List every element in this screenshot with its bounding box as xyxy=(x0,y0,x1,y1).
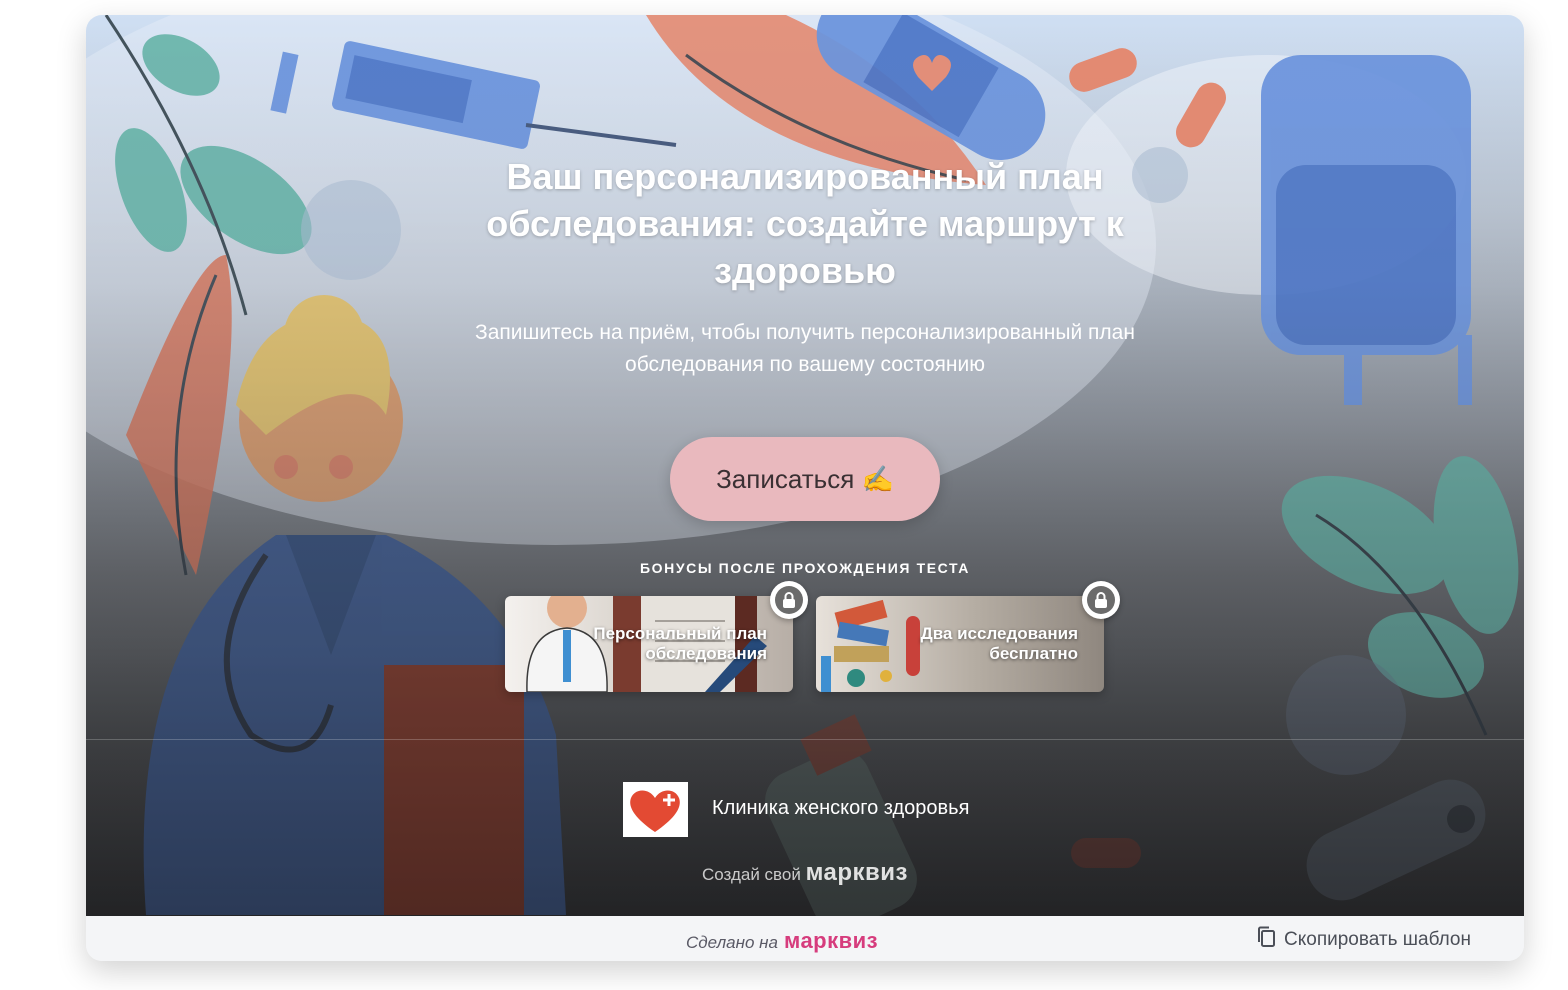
lock-icon xyxy=(1082,581,1120,619)
footer-bar: Сделано на марквиз Скопировать шаблон xyxy=(86,916,1524,961)
made-on-link[interactable]: Сделано на марквиз xyxy=(686,928,878,954)
bonuses-heading: БОНУСЫ ПОСЛЕ ПРОХОЖДЕНИЯ ТЕСТА xyxy=(639,560,971,576)
lock-icon xyxy=(770,581,808,619)
create-own-link[interactable]: Создай свой марквиз xyxy=(605,859,1005,887)
bonus-card-research[interactable]: Два исследования бесплатно xyxy=(816,596,1104,692)
bonus-card-plan[interactable]: Персональный план обследования xyxy=(505,596,793,692)
page-subtitle: Запишитесь на приём, чтобы получить перс… xyxy=(475,321,1135,376)
signup-button[interactable]: Записаться ✍️ xyxy=(670,437,940,521)
create-own-text: Создай свой xyxy=(702,865,801,884)
bonus-label: Персональный план обследования xyxy=(593,624,767,663)
hero-section: Ваш персонализированный план обследовани… xyxy=(86,15,1524,916)
copy-template-button[interactable]: Скопировать шаблон xyxy=(1256,926,1471,954)
copy-template-label: Скопировать шаблон xyxy=(1284,929,1471,950)
page-title: Ваш персонализированный план обследовани… xyxy=(486,156,1124,291)
copy-icon xyxy=(1256,926,1276,954)
made-on-text: Сделано на xyxy=(686,933,778,952)
bonus-label: Два исследования бесплатно xyxy=(920,624,1078,663)
footer-brand-logo: марквиз xyxy=(783,928,879,953)
heart-plus-icon xyxy=(623,782,688,837)
hero-divider xyxy=(86,739,1524,740)
clinic-name: Клиника женского здоровья xyxy=(712,797,970,819)
create-own-brand: марквиз xyxy=(805,859,908,886)
quiz-card: Ваш персонализированный план обследовани… xyxy=(86,15,1524,961)
